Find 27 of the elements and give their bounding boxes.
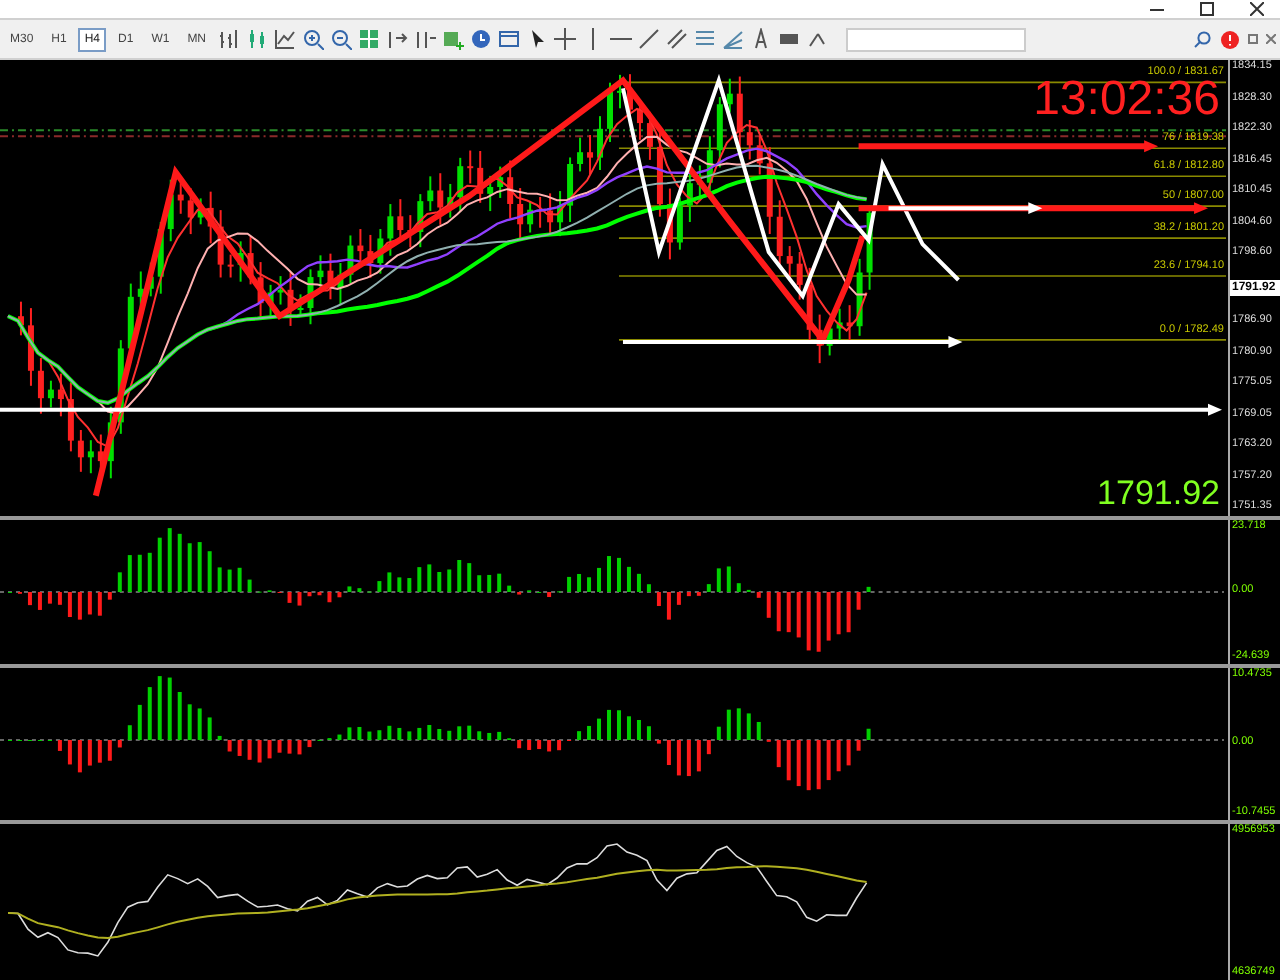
trendline-icon[interactable] <box>638 28 661 50</box>
zoom-in-icon[interactable] <box>302 28 325 50</box>
scroll-icon[interactable] <box>386 28 409 50</box>
channel-icon[interactable] <box>666 28 689 50</box>
zoom-out-icon[interactable] <box>330 28 353 50</box>
maximize-icon[interactable] <box>1200 2 1214 16</box>
line-chart-icon[interactable] <box>274 28 297 50</box>
window-restore-icon[interactable] <box>1248 34 1258 44</box>
grid-icon[interactable] <box>358 28 381 50</box>
search-icon[interactable] <box>1194 30 1212 48</box>
shift-icon[interactable] <box>414 28 437 50</box>
price-text: 1791.92 <box>1097 476 1220 510</box>
text-icon[interactable] <box>750 28 773 50</box>
clock-icon[interactable] <box>470 28 493 50</box>
add-chart-icon[interactable] <box>442 28 465 50</box>
clock-text: 13:02:36 <box>1033 76 1220 124</box>
cursor-icon[interactable] <box>526 28 549 50</box>
bar-chart-icon[interactable] <box>218 28 241 50</box>
template-icon[interactable] <box>498 28 521 50</box>
close-icon[interactable] <box>1250 2 1264 16</box>
arrow-tools-icon[interactable] <box>806 28 829 50</box>
fibonacci-fan-icon[interactable] <box>722 28 745 50</box>
fibonacci-icon[interactable] <box>694 28 717 50</box>
search-field[interactable] <box>846 27 1027 51</box>
notification-icon[interactable] <box>1220 29 1240 49</box>
label-icon[interactable] <box>778 28 801 50</box>
crosshair-icon[interactable] <box>554 28 577 50</box>
